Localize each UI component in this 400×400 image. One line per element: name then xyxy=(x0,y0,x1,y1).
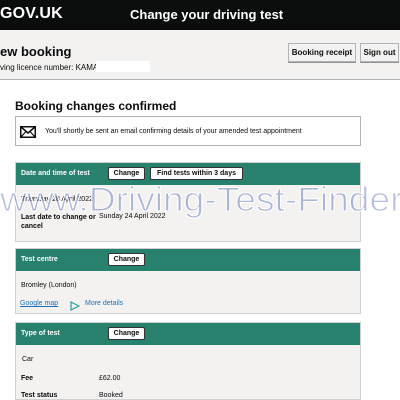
notice-text: You'll shortly be sent an email confirmi… xyxy=(45,128,302,135)
licence-number: ving licence number: KAMAR xyxy=(0,63,105,72)
test-type-card: Type of test Change Car Fee £62.00 Test … xyxy=(15,322,361,400)
test-status-label: Test status xyxy=(21,392,58,399)
govuk-logo[interactable]: GOV.UK xyxy=(0,5,63,23)
fee-value: £62.00 xyxy=(99,375,121,382)
sign-out-button[interactable]: Sign out xyxy=(360,43,399,62)
confirmation-notice: You'll shortly be sent an email confirmi… xyxy=(15,116,361,146)
watermark: www.Driving-Test-Finder.co xyxy=(0,181,400,220)
more-details-link[interactable]: More details xyxy=(85,300,123,307)
change-centre-button[interactable]: Change xyxy=(108,253,145,266)
test-type-heading: Type of test xyxy=(21,330,60,337)
play-triangle-icon xyxy=(70,298,81,316)
test-centre-value: Bromley (London) xyxy=(21,282,77,289)
test-centre-header: Test centre Change xyxy=(16,249,360,271)
date-time-heading: Date and time of test xyxy=(21,170,90,177)
account-header: ew booking ving licence number: KAMAR Bo… xyxy=(0,30,400,80)
test-status-value: Booked xyxy=(99,392,123,399)
google-map-link[interactable]: Google map xyxy=(20,300,58,307)
licence-redaction xyxy=(96,61,150,72)
vehicle-type: Car xyxy=(22,356,34,363)
top-bar: GOV.UK Change your driving test xyxy=(0,0,400,30)
test-type-header: Type of test Change xyxy=(16,323,360,345)
fee-label: Fee xyxy=(21,375,34,382)
watermark-text: www.Driving-Test-Finder.co xyxy=(0,181,400,219)
envelope-icon xyxy=(20,125,36,143)
change-type-button[interactable]: Change xyxy=(108,327,145,340)
service-name[interactable]: Change your driving test xyxy=(130,7,283,22)
test-centre-heading: Test centre xyxy=(21,256,58,263)
booking-receipt-button[interactable]: Booking receipt xyxy=(288,43,356,62)
booking-title: ew booking xyxy=(0,44,72,59)
test-centre-card: Test centre Change Bromley (London) Goog… xyxy=(15,248,361,314)
page-title: Booking changes confirmed xyxy=(15,99,177,113)
